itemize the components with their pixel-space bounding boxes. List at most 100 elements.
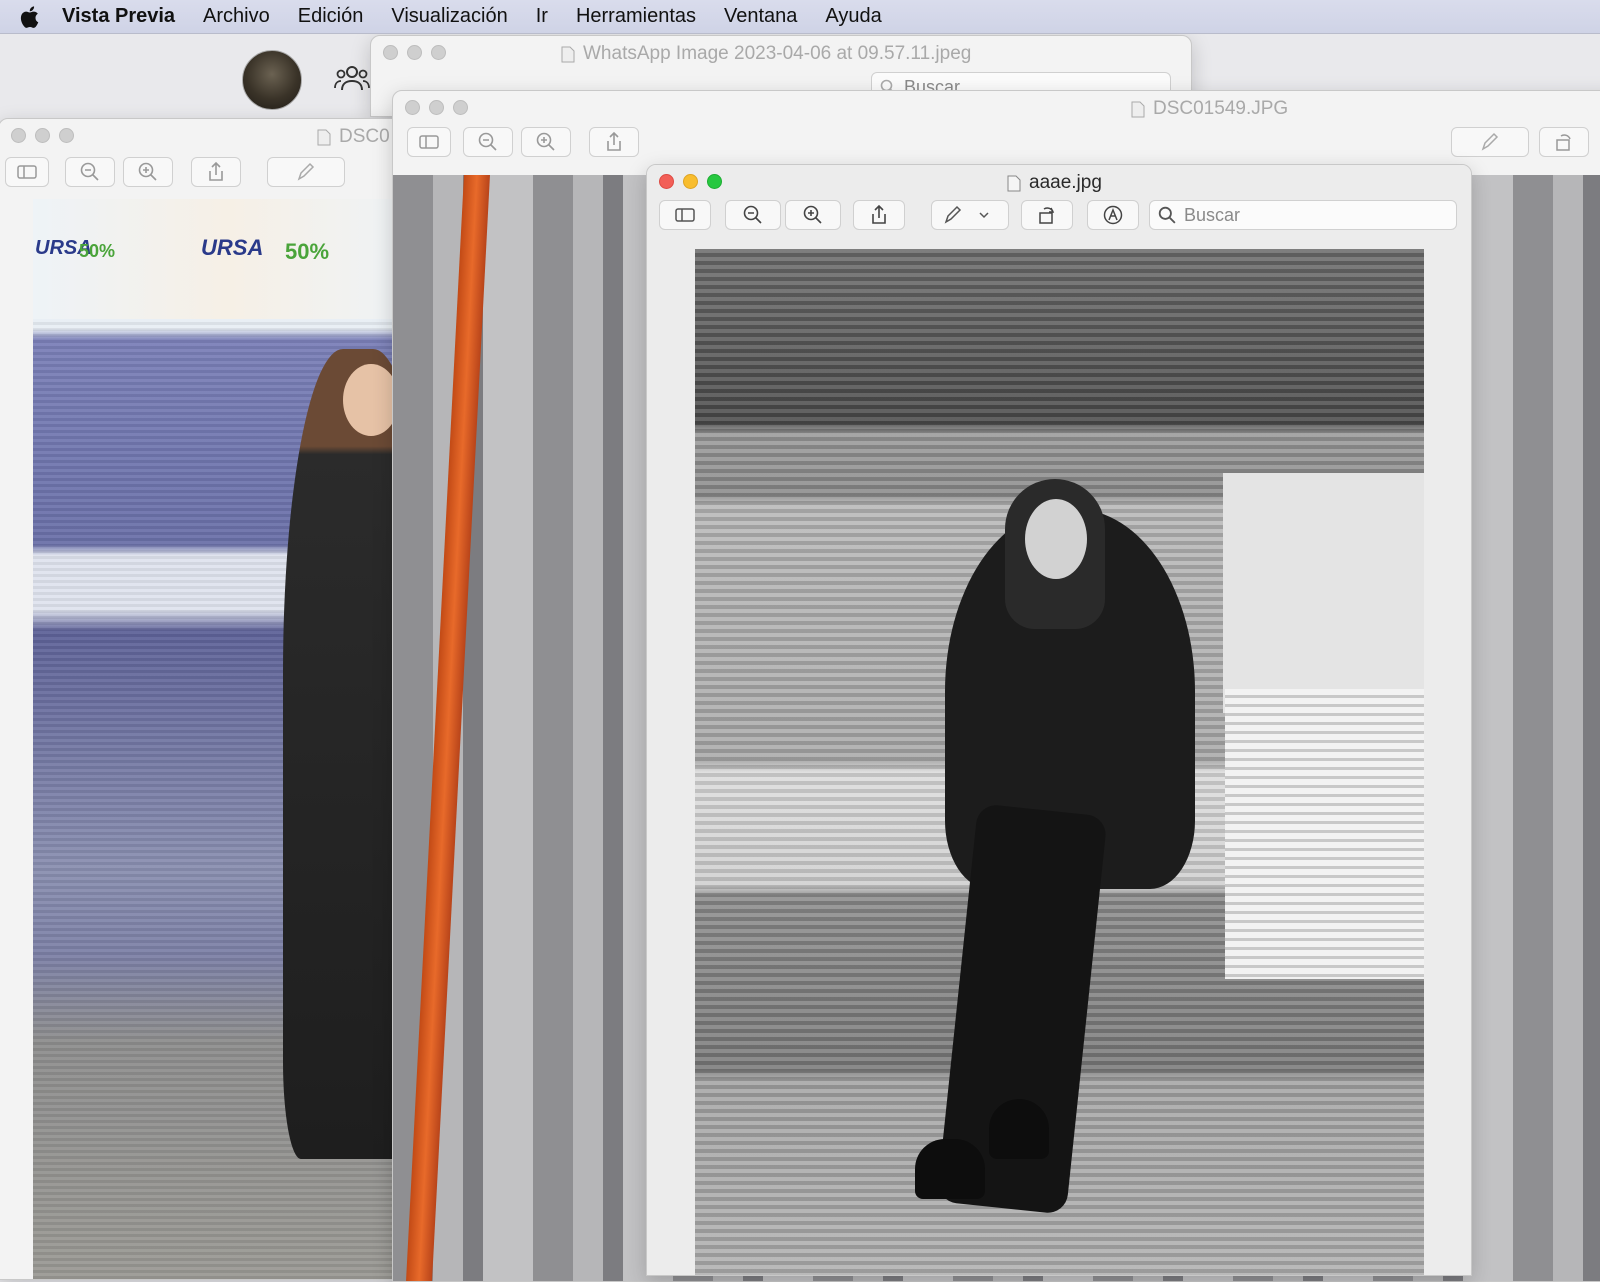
sidebar-toggle-icon	[675, 208, 695, 222]
window-aaae[interactable]: aaae.jpg Buscar	[646, 164, 1472, 1276]
markup-pen-icon	[297, 162, 315, 181]
zoom-button[interactable]	[707, 174, 722, 189]
window-title: aaae.jpg	[1007, 172, 1102, 194]
sidebar-toggle-button[interactable]	[407, 127, 451, 157]
zoom-in-button[interactable]	[785, 200, 841, 230]
zoom-out-icon	[743, 205, 762, 224]
markup-button[interactable]	[1451, 127, 1529, 157]
menu-ayuda[interactable]: Ayuda	[825, 5, 881, 28]
zoom-button[interactable]	[453, 100, 468, 115]
toolbar: Buscar	[647, 199, 1471, 239]
share-button[interactable]	[191, 157, 241, 187]
zoom-out-icon	[80, 162, 99, 181]
minimize-button[interactable]	[407, 45, 422, 60]
zoom-in-button[interactable]	[521, 127, 571, 157]
traffic-lights	[405, 100, 468, 115]
markup-pen-icon	[944, 205, 962, 224]
window-title: WhatsApp Image 2023-04-06 at 09.57.11.jp…	[561, 43, 971, 65]
zoom-in-icon	[536, 132, 555, 151]
window-titlebar[interactable]: DSC0	[0, 119, 419, 153]
document-icon	[561, 46, 575, 62]
window-titlebar[interactable]: WhatsApp Image 2023-04-06 at 09.57.11.jp…	[371, 36, 1191, 70]
rotate-button[interactable]	[1021, 200, 1073, 230]
sidebar-toggle-button[interactable]	[659, 200, 711, 230]
annotate-button[interactable]	[1087, 200, 1139, 230]
share-button[interactable]	[853, 200, 905, 230]
menu-ir[interactable]: Ir	[536, 5, 548, 28]
window-title: DSC0	[317, 126, 390, 148]
chevron-down-icon[interactable]	[978, 209, 990, 221]
minimize-button[interactable]	[683, 174, 698, 189]
sidebar-toggle-button[interactable]	[5, 157, 49, 187]
menu-ventana[interactable]: Ventana	[724, 5, 797, 28]
annotate-icon	[1103, 205, 1123, 225]
close-button[interactable]	[405, 100, 420, 115]
share-icon	[607, 131, 621, 151]
share-icon	[872, 204, 886, 224]
rotate-icon	[1039, 207, 1055, 224]
toolbar	[0, 153, 419, 193]
menu-edicion[interactable]: Edición	[298, 5, 364, 28]
window-title-text: aaae.jpg	[1029, 172, 1102, 193]
traffic-lights	[11, 128, 74, 143]
traffic-lights	[659, 174, 722, 189]
person-boot	[989, 1099, 1049, 1159]
menu-archivo[interactable]: Archivo	[203, 5, 270, 28]
menu-bar: Vista Previa Archivo Edición Visualizaci…	[0, 0, 1600, 34]
person-face	[343, 364, 399, 436]
rotate-icon	[1556, 134, 1571, 151]
zoom-in-icon	[138, 162, 157, 181]
window-title-text: DSC0	[339, 126, 390, 147]
document-icon	[1131, 101, 1145, 117]
document-icon	[317, 129, 331, 145]
window-titlebar[interactable]: aaae.jpg	[647, 165, 1471, 199]
close-button[interactable]	[383, 45, 398, 60]
zoom-out-button[interactable]	[65, 157, 115, 187]
traffic-lights	[383, 45, 446, 60]
window-title-text: WhatsApp Image 2023-04-06 at 09.57.11.jp…	[583, 43, 972, 64]
search-placeholder: Buscar	[1184, 204, 1241, 225]
share-button[interactable]	[589, 127, 639, 157]
zoom-button[interactable]	[59, 128, 74, 143]
zoom-out-button[interactable]	[725, 200, 781, 230]
window-dsc-left[interactable]: DSC0 URSA 50% URSA 50%	[0, 118, 420, 1280]
document-icon	[1007, 175, 1021, 191]
photo-white-board	[1223, 473, 1424, 713]
bag-brand: URSA	[201, 235, 264, 260]
window-title: DSC01549.JPG	[1131, 98, 1288, 120]
markup-pen-icon	[1481, 132, 1499, 151]
photo-shelf-beam	[406, 175, 490, 1281]
minimize-button[interactable]	[35, 128, 50, 143]
window-titlebar[interactable]: DSC01549.JPG	[393, 91, 1600, 125]
sidebar-toggle-icon	[419, 135, 439, 149]
person-boot	[915, 1139, 985, 1199]
menu-visualizacion[interactable]: Visualización	[391, 5, 507, 28]
toolbar	[393, 125, 1600, 165]
avatar[interactable]	[242, 50, 302, 110]
menu-herramientas[interactable]: Herramientas	[576, 5, 696, 28]
zoom-button[interactable]	[431, 45, 446, 60]
markup-button[interactable]	[267, 157, 345, 187]
bag-percent: 50%	[79, 241, 116, 261]
zoom-in-icon	[803, 205, 822, 224]
photo-canvas[interactable]	[695, 249, 1424, 1275]
minimize-button[interactable]	[429, 100, 444, 115]
close-button[interactable]	[11, 128, 26, 143]
rotate-button[interactable]	[1539, 127, 1589, 157]
zoom-out-icon	[478, 132, 497, 151]
apple-icon[interactable]	[18, 5, 40, 29]
sidebar-toggle-icon	[17, 165, 37, 179]
photo-bags: URSA 50% URSA 50%	[33, 199, 419, 319]
photo-stack	[1225, 689, 1424, 979]
share-icon	[209, 161, 223, 181]
photo-canvas[interactable]: URSA 50% URSA 50%	[33, 199, 419, 1279]
markup-button[interactable]	[931, 200, 1009, 230]
zoom-in-button[interactable]	[123, 157, 173, 187]
bag-percent: 50%	[285, 239, 330, 264]
close-button[interactable]	[659, 174, 674, 189]
people-icon[interactable]	[334, 64, 370, 92]
search-field[interactable]: Buscar	[1149, 200, 1457, 230]
menu-app-name[interactable]: Vista Previa	[62, 5, 175, 28]
zoom-out-button[interactable]	[463, 127, 513, 157]
person-face	[1025, 499, 1087, 579]
